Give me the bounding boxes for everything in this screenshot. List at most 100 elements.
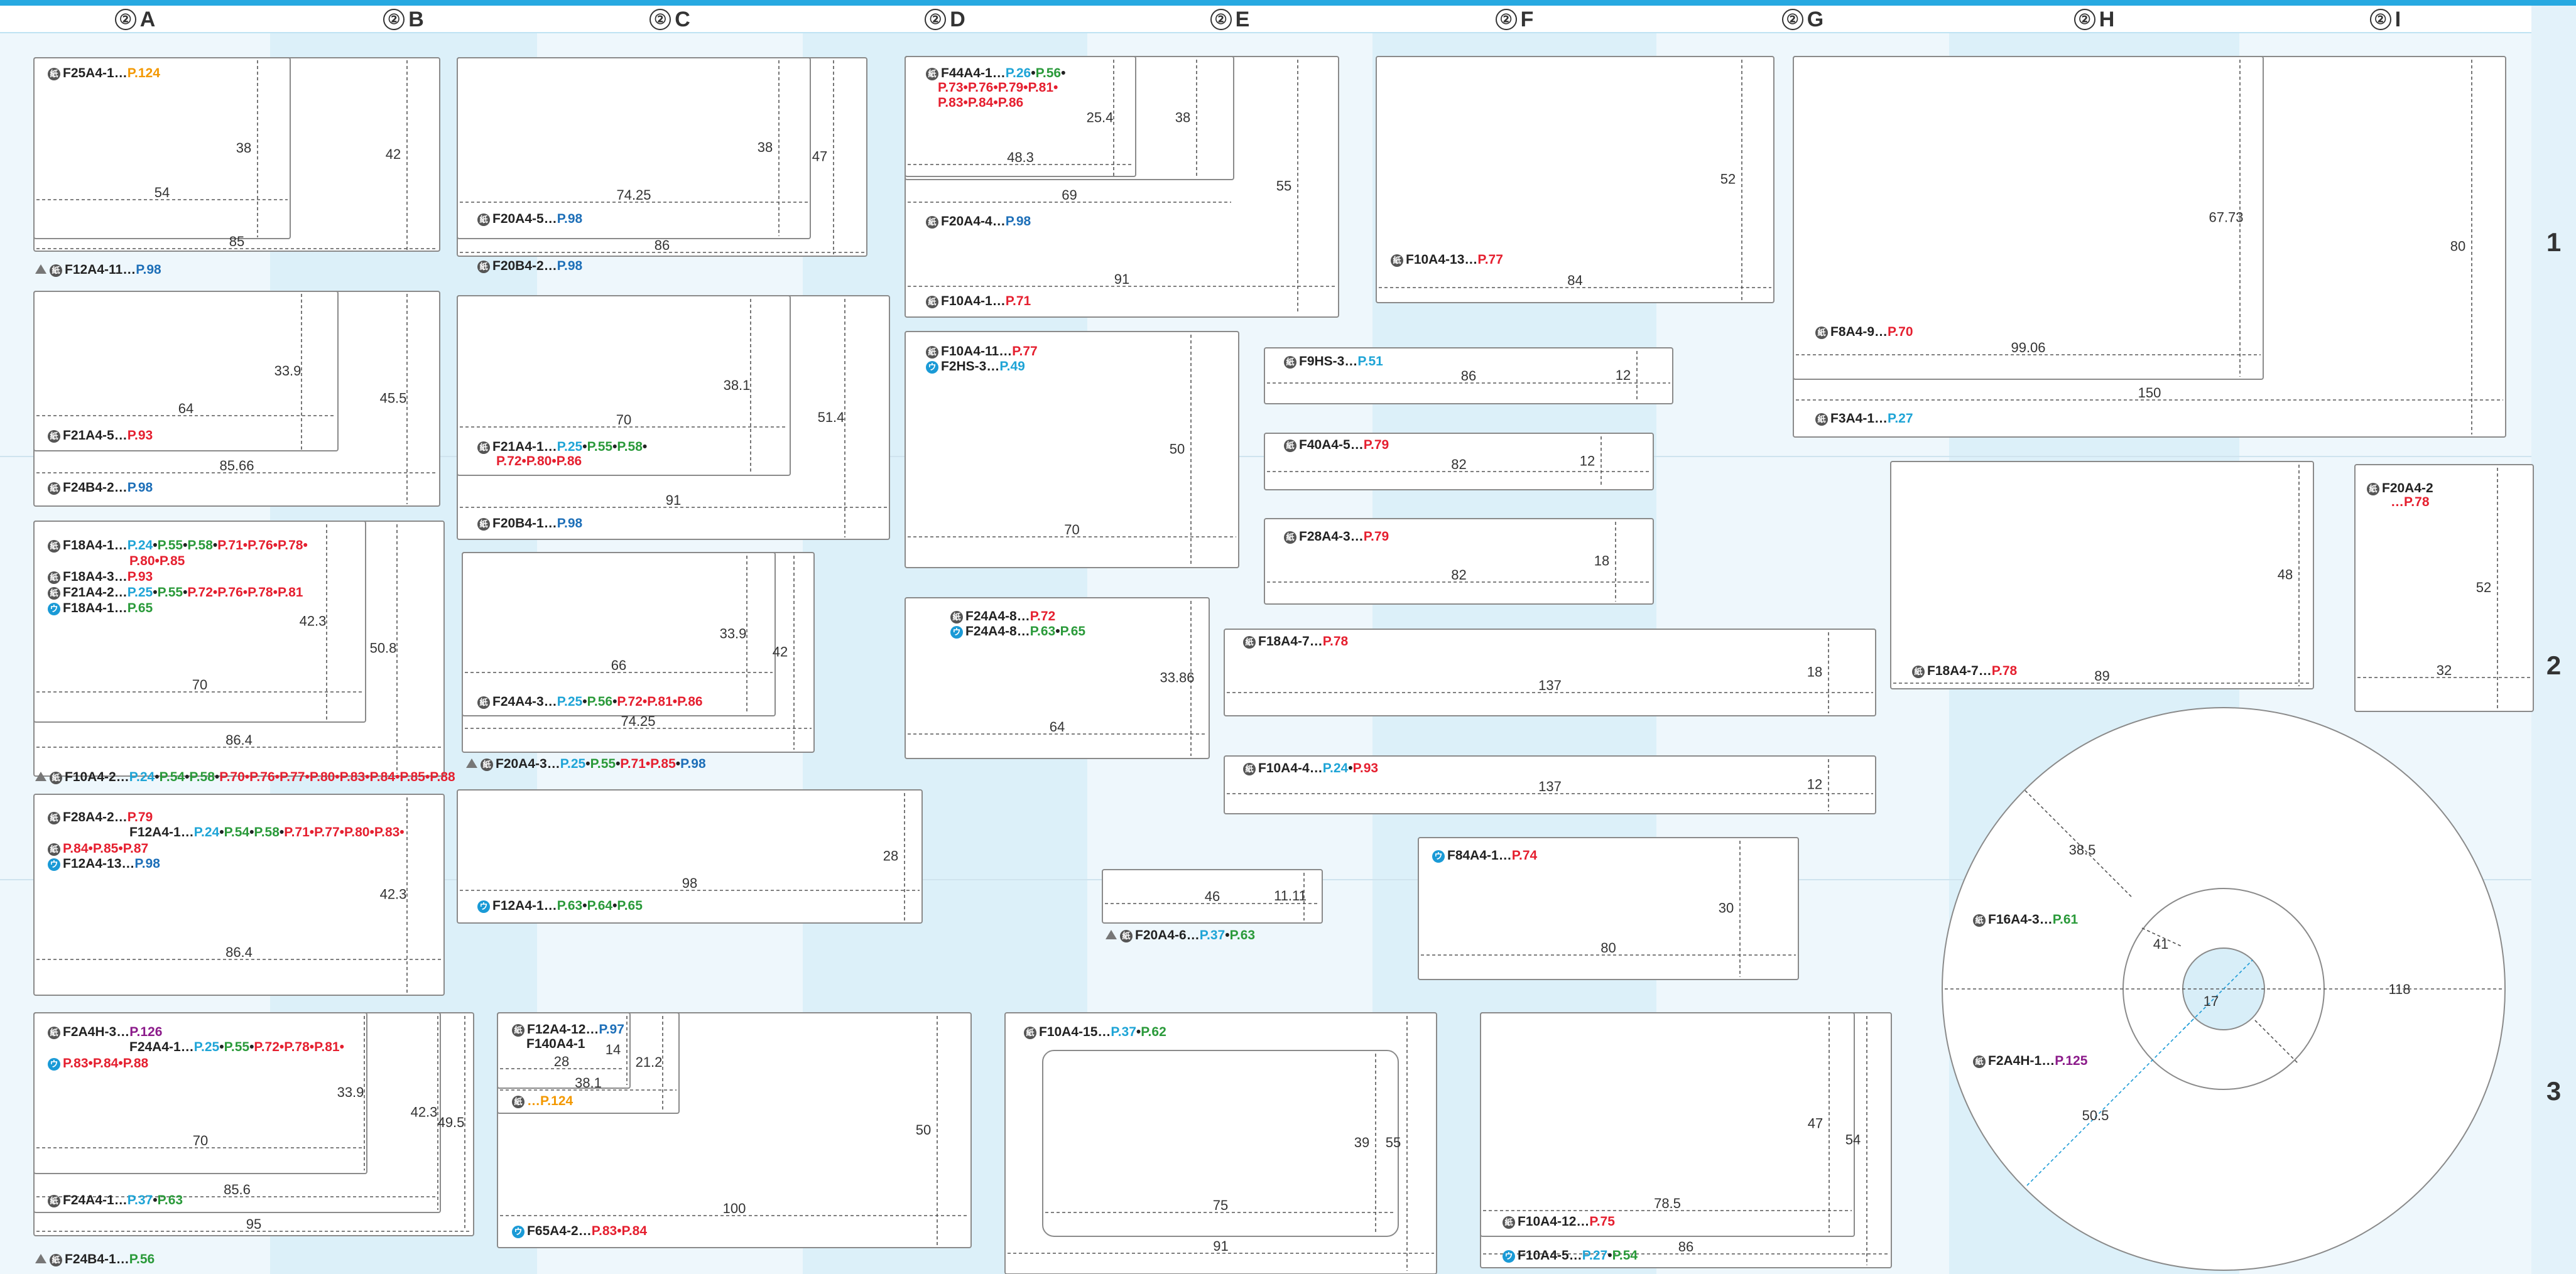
label-caption: P.83•P.84•P.86 (938, 95, 1023, 111)
sheet-type-a-icon: 紙 (1120, 930, 1133, 942)
label-caption: 紙 F21A4-2…P.25•P.55•P.72•P.76•P.78•P.81 (48, 585, 303, 600)
caption-segment: P.58 (617, 440, 643, 454)
label-caption: 紙 F8A4-9…P.70 (1815, 325, 1913, 340)
caption-segment: P.56 (129, 1252, 155, 1266)
caption-segment: • (1348, 761, 1353, 775)
caption-segment: P.55 (590, 757, 616, 771)
caption-segment: F12A4-13… (63, 856, 135, 871)
caption-segment: P.25 (127, 585, 153, 600)
caption-segment: F10A4-5… (1518, 1248, 1582, 1263)
caption-segment: F65A4-2… (527, 1224, 592, 1238)
label-caption: F140A4-1 (526, 1037, 585, 1052)
label-caption: 紙 F10A4-11…P.77 (926, 344, 1038, 359)
caption-segment: • (1031, 66, 1036, 80)
caption-segment: F12A4-1… (129, 825, 194, 839)
caption-segment: F2HS-3… (941, 359, 1000, 374)
sheet-type-a-icon: 紙 (512, 1024, 524, 1037)
caption-segment: P.27 (1888, 411, 1913, 426)
caption-segment: • (642, 440, 648, 454)
caption-segment: P.83•P.84•P.86 (938, 95, 1024, 110)
sheet-type-b-icon: ウ (48, 858, 60, 871)
sheet-type-a-icon: 紙 (48, 812, 60, 824)
caption-segment: P.72•P.78•P.81• (254, 1040, 344, 1054)
sheet-type-a-icon: 紙 (1973, 914, 1986, 927)
label-caption: 紙 F18A4-1…P.24•P.55•P.58•P.71•P.76•P.78• (48, 538, 308, 553)
label-caption: 紙 F28A4-3…P.79 (1284, 529, 1389, 544)
sheet-type-a-icon: 紙 (1815, 327, 1828, 339)
caption-segment: P.56 (1035, 66, 1062, 80)
warning-triangle-icon (1106, 930, 1117, 939)
caption-segment: P.25 (193, 1040, 220, 1054)
caption-segment: P.74 (1511, 848, 1538, 863)
caption-segment: • (582, 440, 587, 454)
caption-segment: F18A4-1… (63, 601, 128, 615)
caption-segment: P.65 (617, 899, 643, 913)
caption-segment: …P.78 (2391, 495, 2430, 509)
sheet-type-a-icon: 紙 (2367, 483, 2379, 495)
caption-segment: P.64 (587, 899, 613, 913)
label-caption: 紙 F20A4-2 (2367, 481, 2433, 496)
caption-segment: P.71•P.76•P.78• (217, 538, 308, 553)
label-caption: 紙 F20A4-4…P.98 (926, 214, 1031, 229)
sheet-type-a-icon: 紙 (950, 611, 963, 624)
caption-segment: F20B4-1… (492, 516, 557, 531)
sheet-type-a-icon: 紙 (1912, 666, 1925, 678)
sheet-type-a-icon: 紙 (48, 482, 60, 495)
caption-segment: F10A4-12… (1518, 1214, 1590, 1229)
caption-segment: F10A4-1… (941, 294, 1006, 308)
caption-segment: P.71•P.77•P.80•P.83• (284, 825, 405, 839)
label-caption: 紙 F24B4-2…P.98 (48, 480, 153, 495)
caption-segment: F10A4-15… (1039, 1025, 1111, 1039)
caption-segment: F24A4-8… (965, 624, 1030, 639)
sheet-type-a-icon: 紙 (477, 441, 490, 454)
label-caption: 紙 P.84•P.85•P.87 (48, 841, 148, 856)
label-caption: 紙 F12A4-12…P.97 (512, 1022, 624, 1037)
label-caption: 紙 F20A4-6…P.37•P.63 (1106, 928, 1255, 943)
caption-segment: P.58 (189, 770, 215, 784)
label-caption: 紙 F24A4-8…P.72 (950, 609, 1055, 624)
caption-segment: P.65 (127, 601, 153, 615)
sheet-type-a-icon: 紙 (50, 1254, 62, 1266)
label-caption: 紙 F40A4-5…P.79 (1284, 438, 1389, 453)
caption-segment: F20A4-4… (941, 214, 1006, 229)
caption-segment: • (155, 770, 160, 784)
label-caption: P.73•P.76•P.79•P.81• (938, 80, 1058, 95)
caption-segment: P.83•P.84 (591, 1224, 648, 1238)
sheet-type-b-icon: ウ (48, 1058, 60, 1071)
caption-segment: F140A4-1 (526, 1037, 585, 1051)
caption-segment: P.78 (1991, 664, 2018, 678)
caption-segment: P.24 (193, 825, 220, 839)
caption-segment: P.37 (1111, 1025, 1136, 1039)
label-caption: ウ F12A4-1…P.63•P.64•P.65 (477, 899, 643, 914)
sheet-type-a-icon: 紙 (1815, 413, 1828, 426)
caption-segment: F25A4-1… (63, 66, 128, 80)
caption-segment: F18A4-7… (1927, 664, 1992, 678)
caption-segment: F18A4-1… (63, 538, 128, 553)
caption-segment: F84A4-1… (1447, 848, 1512, 863)
caption-segment: F20A4-3… (496, 757, 560, 771)
caption-segment: P.98 (557, 516, 583, 531)
label-caption: 紙 F18A4-7…P.78 (1243, 634, 1348, 649)
warning-triangle-icon (35, 772, 46, 781)
label-caption: 紙 F9HS-3…P.51 (1284, 354, 1383, 369)
caption-segment: F24B4-1… (65, 1252, 129, 1266)
caption-segment: P.79 (1363, 529, 1389, 544)
label-caption: 紙 F44A4-1…P.26•P.56• (926, 66, 1065, 81)
label-caption: 紙 F24A4-1…P.37•P.63 (48, 1193, 183, 1208)
label-caption: 紙 F20B4-1…P.98 (477, 516, 582, 531)
label-caption: ウ F10A4-5…P.27•P.54 (1503, 1248, 1638, 1263)
sheet-type-a-icon: 紙 (1024, 1027, 1036, 1039)
caption-segment: F28A4-2… (63, 810, 128, 824)
caption-segment: P.83•P.84•P.88 (63, 1056, 149, 1071)
label-caption: 紙 F24B4-1…P.56 (35, 1252, 155, 1267)
caption-segment: • (153, 585, 158, 600)
label-caption: 紙 F16A4-3…P.61 (1973, 912, 2078, 927)
caption-segment: • (153, 1193, 158, 1207)
sheet-type-a-icon: 紙 (1391, 254, 1403, 267)
label-caption: …P.78 (2391, 495, 2430, 510)
caption-segment: P.27 (1582, 1248, 1608, 1263)
caption-segment: P.63 (157, 1193, 183, 1207)
sheet-type-b-icon: ウ (48, 603, 60, 615)
caption-segment: P.58 (187, 538, 213, 553)
sheet-type-a-icon: 紙 (48, 587, 60, 600)
